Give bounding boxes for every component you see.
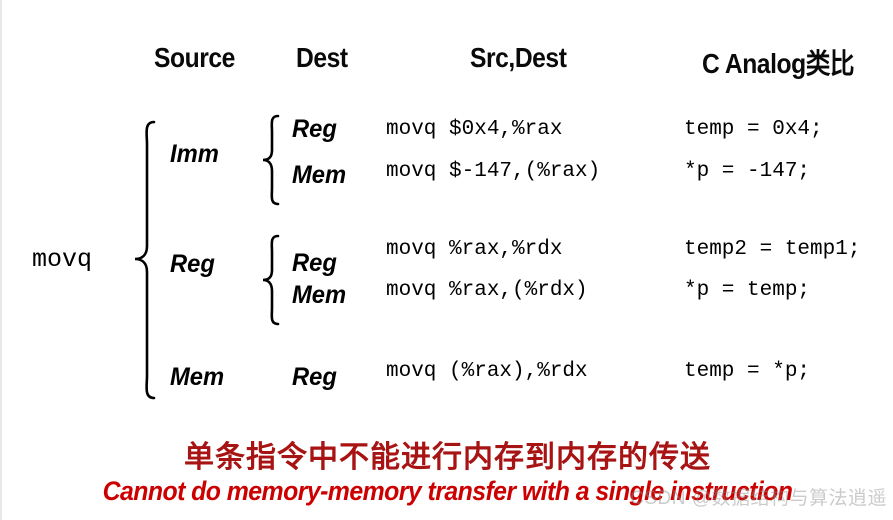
note-chinese: 单条指令中不能进行内存到内存的传送	[184, 441, 711, 474]
assembly-row-5: movq (%rax),%rdx	[386, 360, 588, 383]
watermark-text: CSDN @数据结构与算法逍遥	[630, 488, 887, 509]
column-header-source: Source	[154, 42, 235, 73]
c-analog-row-4: *p = temp;	[684, 279, 811, 302]
outer-brace	[134, 120, 156, 400]
slide-canvas: Source Dest Src,Dest C Analog类比 movq Imm…	[0, 0, 893, 520]
dest-label-row-1: Reg	[292, 115, 337, 143]
assembly-row-1: movq $0x4,%rax	[386, 118, 563, 141]
c-analog-row-2: *p = -147;	[684, 160, 811, 183]
source-label-imm: Imm	[170, 140, 219, 168]
c-analog-row-1: temp = 0x4;	[684, 118, 823, 141]
dest-label-row-5: Reg	[292, 363, 337, 391]
c-analog-row-3: temp2 = temp1;	[684, 238, 861, 261]
assembly-row-2: movq $-147,(%rax)	[386, 160, 601, 183]
column-header-src-dest: Src,Dest	[470, 42, 567, 73]
source-label-reg: Reg	[170, 250, 215, 278]
dest-label-row-2: Mem	[292, 161, 347, 189]
assembly-row-4: movq %rax,(%rdx)	[386, 279, 588, 302]
dest-label-row-3: Reg	[292, 249, 337, 277]
column-header-dest: Dest	[296, 42, 348, 73]
c-analog-row-5: temp = *p;	[684, 360, 811, 383]
inner-brace-imm	[262, 114, 280, 206]
dest-label-row-4: Mem	[292, 281, 347, 309]
instruction-mnemonic: movq	[32, 245, 93, 274]
assembly-row-3: movq %rax,%rdx	[386, 238, 563, 261]
column-header-c-analog: C Analog类比	[702, 48, 855, 79]
source-label-mem: Mem	[170, 363, 225, 391]
inner-brace-reg	[262, 234, 280, 326]
